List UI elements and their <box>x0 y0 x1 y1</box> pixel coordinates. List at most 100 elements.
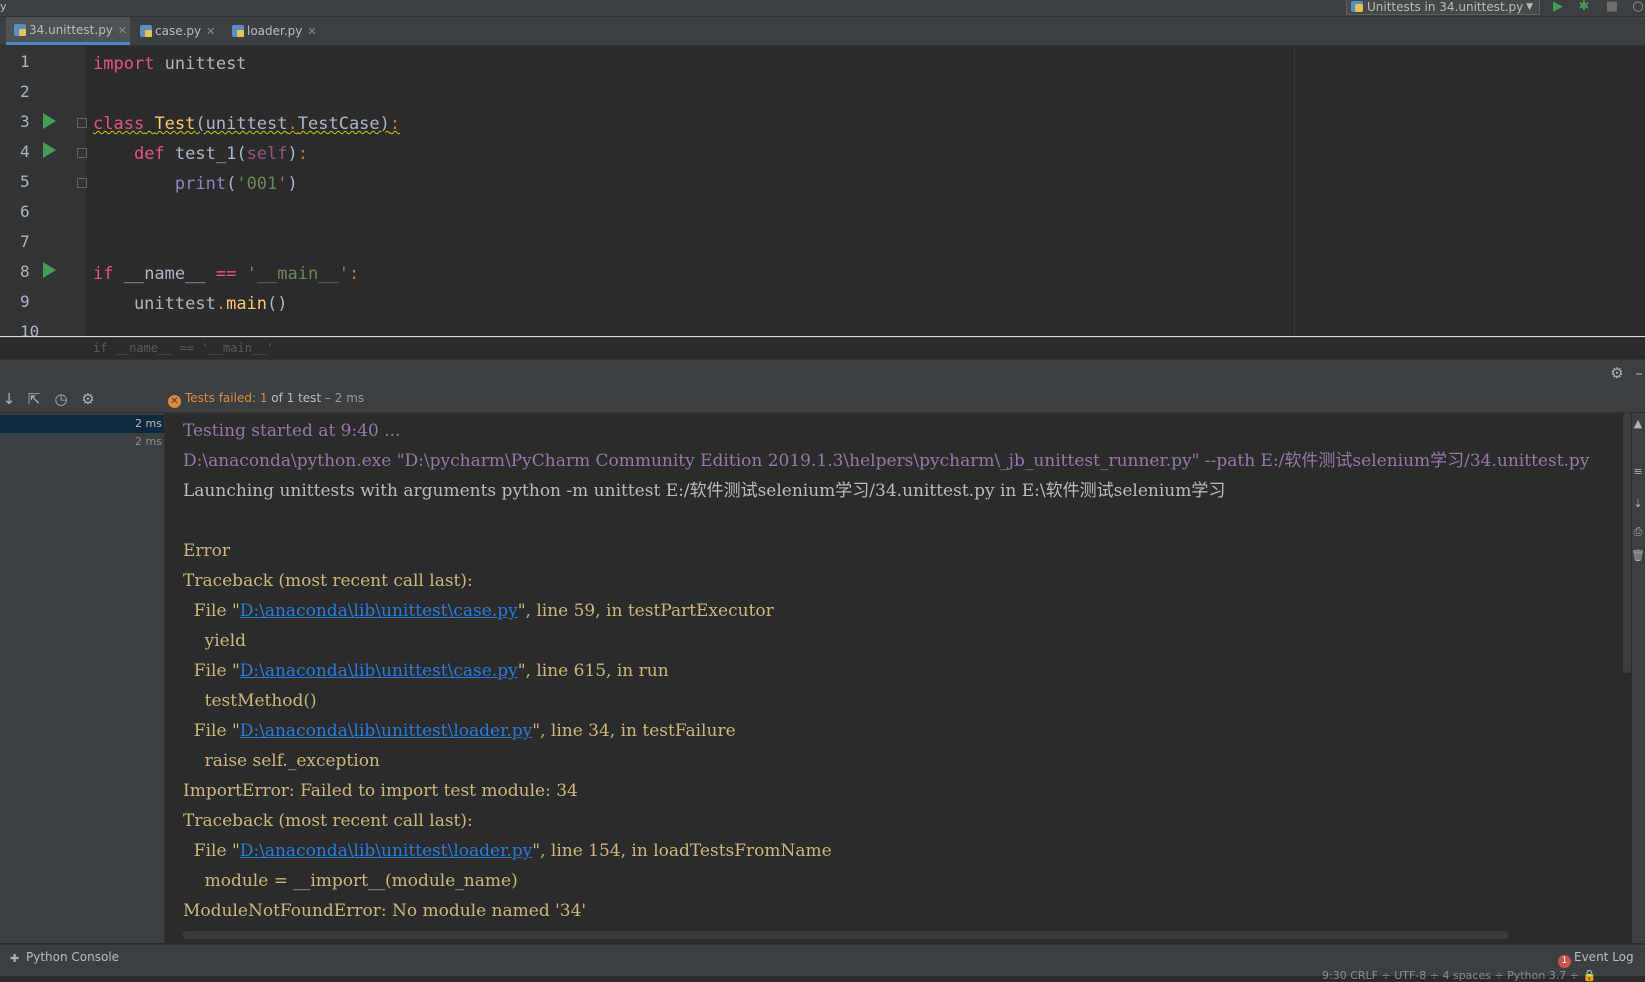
console-line: File "D:\anaconda\lib\unittest\case.py",… <box>183 656 669 686</box>
code-line: def test_1(self): <box>133 144 309 164</box>
code-line: import unittest <box>93 54 247 74</box>
event-log-label: Event Log <box>1574 950 1634 964</box>
history-icon[interactable]: ◷ <box>52 390 70 408</box>
code-content: import unittest class Test(unittest.Test… <box>93 46 1293 336</box>
code-line: print('001') <box>174 174 298 194</box>
tab-case[interactable]: case.py ✕ <box>132 17 220 45</box>
editor-tab-bar: 34.unittest.py ✕ case.py ✕ loader.py ✕ <box>0 17 1645 46</box>
breadcrumb-text[interactable]: if __name__ == '__main__' <box>93 341 274 355</box>
console-line: File "D:\anaconda\lib\unittest\loader.py… <box>183 716 736 746</box>
trace-suffix: ", line 154, in loadTestsFromName <box>532 841 832 861</box>
test-status-summary: ✕ Tests failed: 1 of 1 test – 2 ms <box>168 391 364 408</box>
run-icon[interactable]: ▶ <box>1550 0 1566 14</box>
console-line: File "D:\anaconda\lib\unittest\case.py",… <box>183 596 774 626</box>
run-gutter-icon[interactable] <box>43 142 56 158</box>
tab-label: 34.unittest.py <box>29 23 113 37</box>
editor-gutter: 1 2 3 4 5 6 7 8 9 10 <box>0 46 87 341</box>
console-horizontal-scrollbar[interactable] <box>183 931 1508 939</box>
fold-icon[interactable] <box>77 178 87 188</box>
console-line: Launching unittests with arguments pytho… <box>183 481 1226 501</box>
close-icon[interactable]: ✕ <box>206 25 215 38</box>
python-file-icon <box>14 24 26 36</box>
tab-label: case.py <box>155 24 202 38</box>
trace-suffix: ", line 34, in testFailure <box>532 721 736 741</box>
chevron-down-icon: ▼ <box>1526 2 1533 12</box>
gear-icon[interactable]: ⚙ <box>1608 364 1626 382</box>
close-icon[interactable]: ✕ <box>118 24 127 37</box>
run-gutter-icon[interactable] <box>43 113 56 129</box>
run-configuration-label: Unittests in 34.unittest.py <box>1367 0 1524 14</box>
line-number: 9 <box>20 292 30 311</box>
file-link[interactable]: D:\anaconda\lib\unittest\case.py <box>240 601 518 621</box>
fold-icon[interactable] <box>77 118 87 128</box>
line-number: 6 <box>20 202 30 221</box>
file-link[interactable]: D:\anaconda\lib\unittest\case.py <box>240 661 518 681</box>
console-line: testMethod() <box>183 691 317 711</box>
right-margin-guide <box>1294 46 1295 336</box>
status-duration: – 2 ms <box>321 391 365 405</box>
console-line: raise self._exception <box>183 751 380 771</box>
console-line: module = __import__(module_name) <box>183 871 518 891</box>
test-tree-row[interactable]: 2 ms <box>0 415 164 433</box>
file-prefix: File " <box>183 841 240 861</box>
python-console-icon: ✚ <box>10 952 20 965</box>
trash-icon[interactable]: 🗑 <box>1629 547 1645 565</box>
console-vertical-scrollbar[interactable] <box>1623 413 1631 673</box>
line-number: 3 <box>20 112 30 131</box>
fold-icon[interactable] <box>77 148 87 158</box>
console-line: Testing started at 9:40 ... <box>183 421 401 441</box>
file-link[interactable]: D:\anaconda\lib\unittest\loader.py <box>240 841 532 861</box>
line-number: 5 <box>20 172 30 191</box>
file-link[interactable]: D:\anaconda\lib\unittest\loader.py <box>240 721 532 741</box>
trace-suffix: ", line 615, in run <box>517 661 669 681</box>
run-gutter-icon[interactable] <box>43 262 56 278</box>
title-toolbar: y Unittests in 34.unittest.py ▼ ▶ ✱ ■ ○ <box>0 0 1645 17</box>
run-configuration-selector[interactable]: Unittests in 34.unittest.py ▼ <box>1346 0 1540 15</box>
console-line: Traceback (most recent call last): <box>183 571 473 591</box>
status-prefix: Tests failed: <box>185 391 260 405</box>
minimize-icon[interactable]: – <box>1630 364 1645 382</box>
console-line: Error <box>183 541 231 561</box>
print-icon[interactable]: ⎙ <box>1629 523 1645 541</box>
close-icon[interactable]: ✕ <box>307 25 316 38</box>
line-number: 4 <box>20 142 30 161</box>
console-output[interactable]: Testing started at 9:40 ... D:\anaconda\… <box>165 413 1620 943</box>
soft-wrap-icon[interactable]: ≡ <box>1629 463 1645 481</box>
run-panel-header: ⚙ – <box>0 359 1645 386</box>
test-duration: 2 ms <box>135 417 162 430</box>
search-icon[interactable]: ○ <box>1630 0 1645 14</box>
event-log-badge: 1 <box>1558 955 1571 968</box>
file-prefix: File " <box>183 661 240 681</box>
breadcrumb: if __name__ == '__main__' <box>0 337 1645 359</box>
file-prefix: File " <box>183 721 240 741</box>
test-results-tree: 2 ms 2 ms <box>0 413 165 943</box>
console-line: D:\anaconda\python.exe "D:\pycharm\PyCha… <box>183 451 1590 471</box>
scroll-up-icon[interactable]: ▲ <box>1629 415 1645 433</box>
console-line: File "D:\anaconda\lib\unittest\loader.py… <box>183 836 832 866</box>
tab-34-unittest[interactable]: 34.unittest.py ✕ <box>6 17 130 45</box>
run-toolbar: ↓ ⇱ ◷ ⚙ ✕ Tests failed: 1 of 1 test – 2 m… <box>0 386 1645 413</box>
editor-status-info[interactable]: 9:30 CRLF ÷ UTF-8 ÷ 4 spaces ÷ Python 3.… <box>1322 969 1596 982</box>
debug-icon[interactable]: ✱ <box>1576 0 1592 14</box>
code-editor[interactable]: 1 2 3 4 5 6 7 8 9 10 import unittest cla… <box>0 46 1645 341</box>
test-tree-row[interactable]: 2 ms <box>0 433 164 451</box>
scroll-to-end-icon[interactable]: ⇣ <box>1629 495 1645 513</box>
arrow-down-icon[interactable]: ↓ <box>0 390 18 408</box>
line-number: 2 <box>20 82 30 101</box>
code-line: if __name__ == '__main__': <box>93 264 360 284</box>
test-duration: 2 ms <box>135 435 162 448</box>
tab-loader[interactable]: loader.py ✕ <box>224 17 324 45</box>
console-line: yield <box>183 631 247 651</box>
line-number: 1 <box>20 52 30 71</box>
python-console-button[interactable]: ✚ Python Console <box>10 950 119 964</box>
error-icon: ✕ <box>168 395 181 408</box>
status-bar: ✚ Python Console 1 Event Log 9:30 CRLF ÷ U… <box>0 944 1645 982</box>
python-file-icon <box>140 25 152 37</box>
settings-icon[interactable]: ⚙ <box>79 390 97 408</box>
menu-fragment[interactable]: y <box>0 0 7 13</box>
console-side-toolbar: ▲ ≡ ⇣ ⎙ 🗑 <box>1629 413 1645 943</box>
export-icon[interactable]: ⇱ <box>25 390 43 408</box>
stop-icon[interactable]: ■ <box>1604 0 1620 14</box>
event-log-button[interactable]: 1 Event Log <box>1558 950 1634 968</box>
python-console-label: Python Console <box>26 950 120 964</box>
